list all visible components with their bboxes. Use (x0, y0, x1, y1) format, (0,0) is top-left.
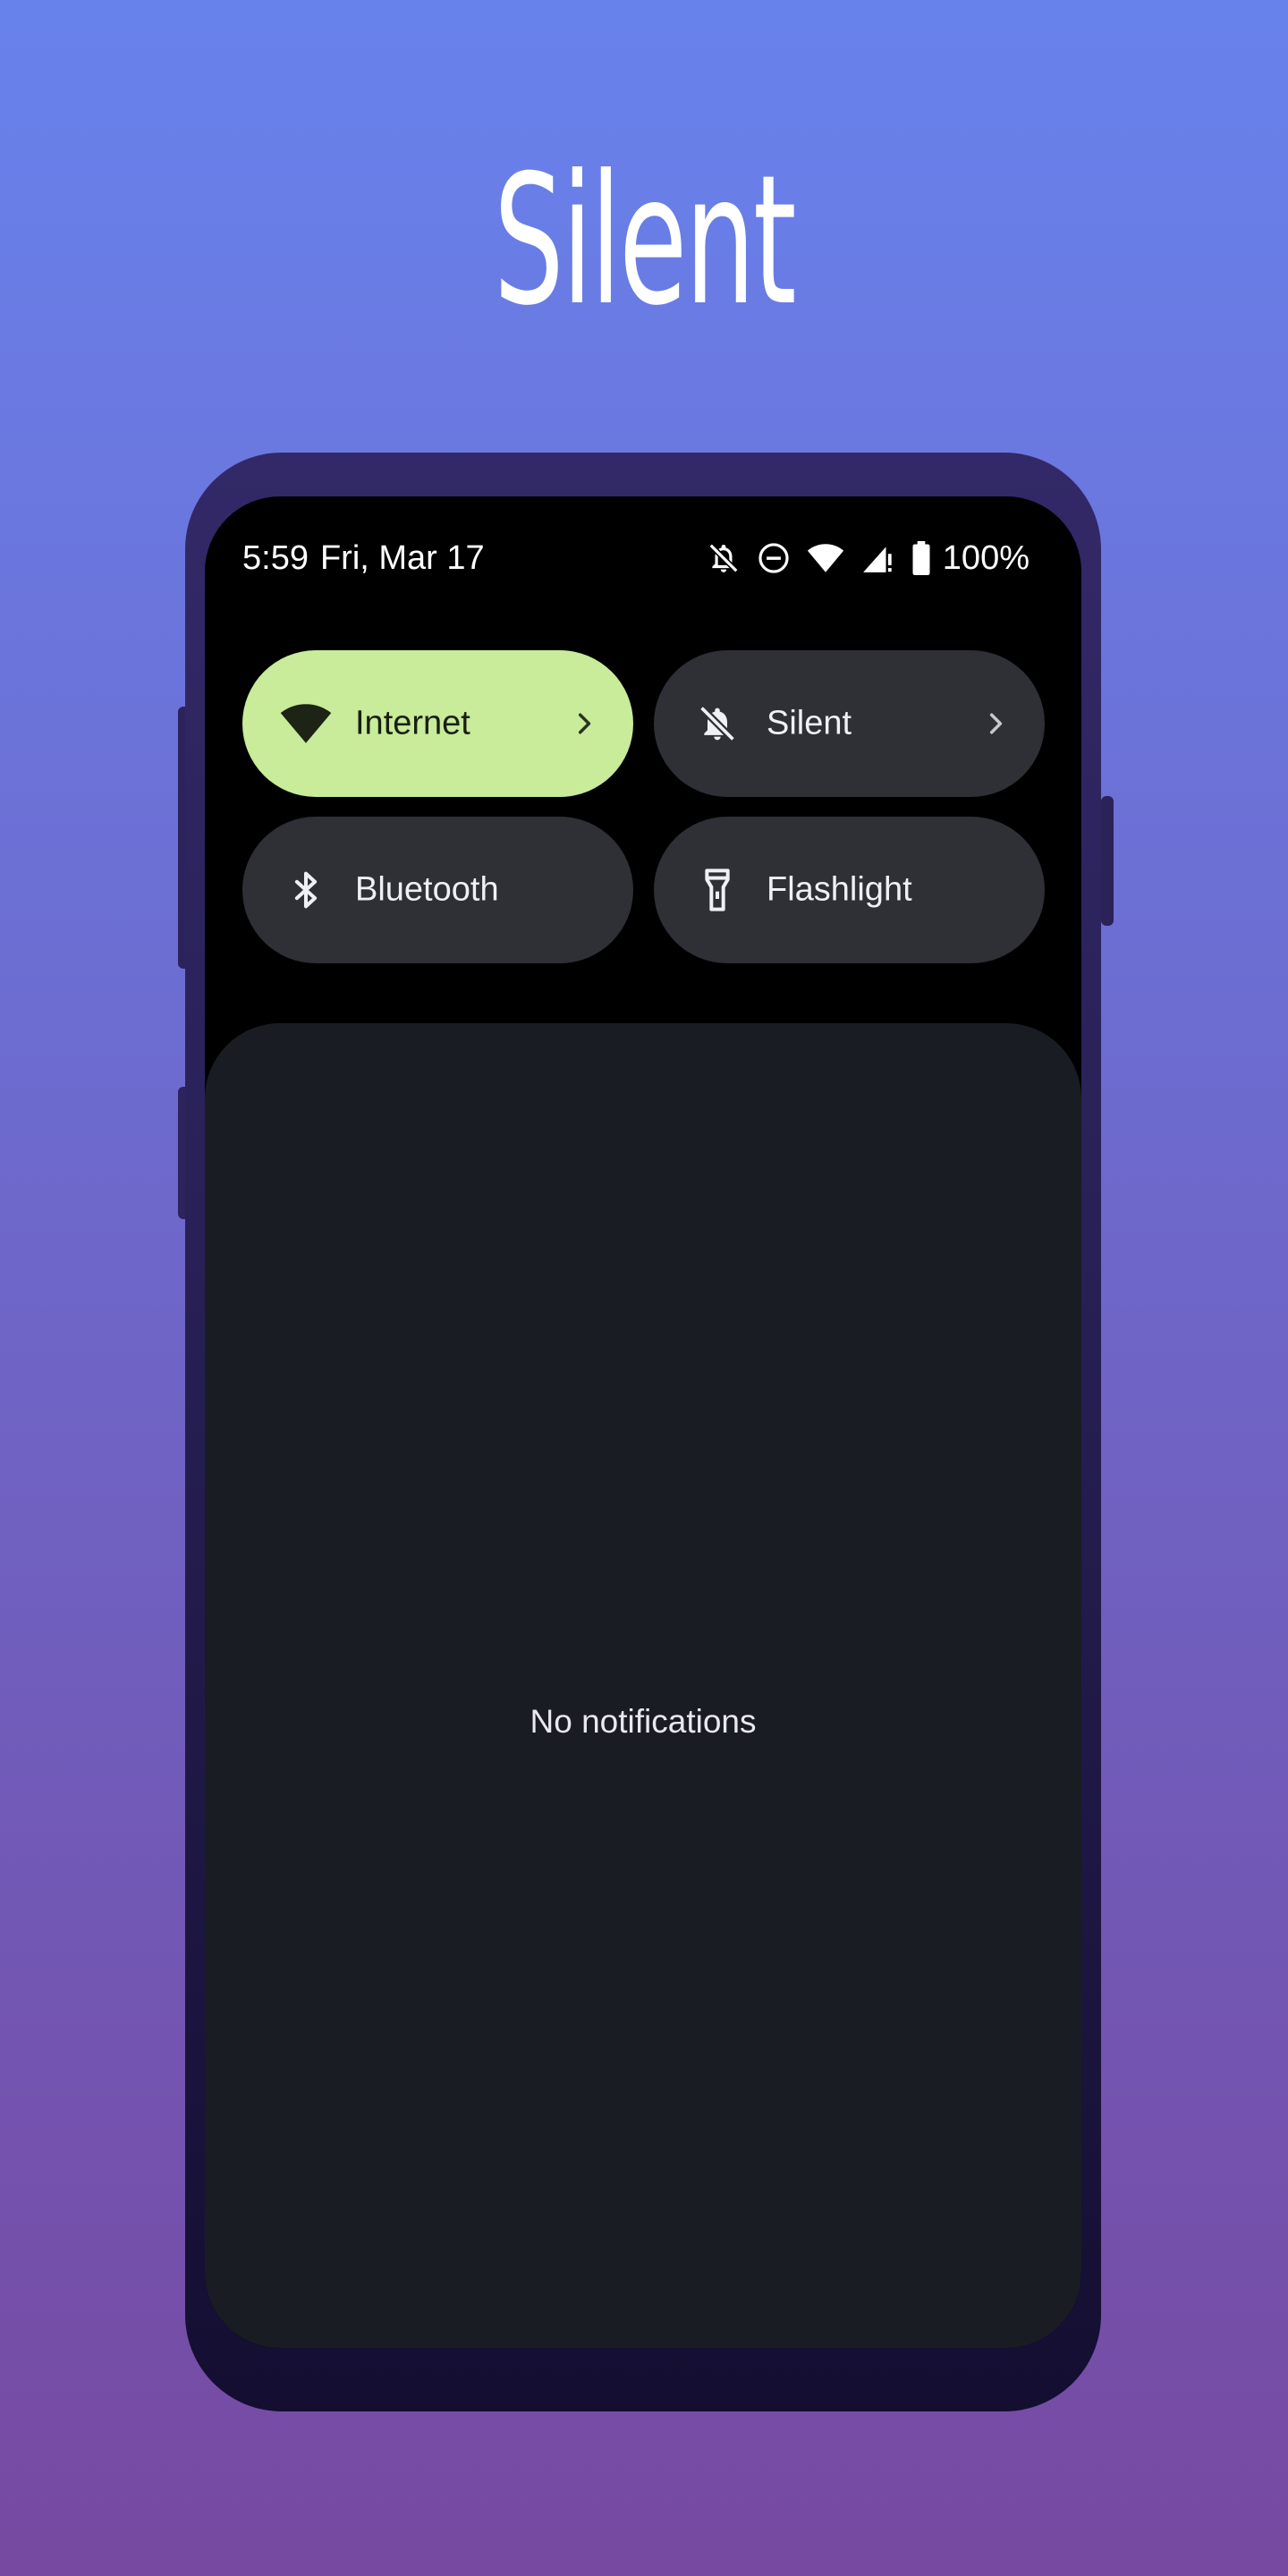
status-icons: 100% (707, 539, 1030, 578)
cell-signal-icon (860, 541, 894, 575)
phone-power-button (1101, 796, 1114, 926)
bluetooth-icon (278, 862, 334, 918)
tile-internet[interactable]: Internet (242, 650, 633, 797)
status-time: 5:59 (242, 538, 309, 577)
bell-off-icon (690, 696, 745, 751)
tile-silent-label: Silent (767, 704, 852, 742)
hero-title: Silent (493, 137, 797, 345)
tile-flashlight[interactable]: Flashlight (654, 817, 1045, 963)
tile-silent[interactable]: Silent (654, 650, 1045, 797)
wifi-icon (807, 541, 844, 575)
bell-off-icon (707, 541, 741, 575)
status-bar: 5:59 Fri, Mar 17 100% (242, 530, 1030, 586)
flashlight-icon (690, 862, 745, 918)
no-notifications-text: No notifications (530, 1703, 757, 1740)
phone-screen: 5:59 Fri, Mar 17 100% Internet Silent Bl… (205, 496, 1081, 2348)
battery-icon (911, 541, 932, 575)
notification-panel: No notifications (205, 1023, 1081, 2348)
wifi-icon (278, 696, 334, 751)
status-date: Fri, Mar 17 (319, 538, 485, 577)
status-datetime: 5:59 Fri, Mar 17 (242, 539, 485, 578)
chevron-right-icon[interactable] (980, 708, 1011, 739)
tile-bluetooth-label: Bluetooth (355, 870, 499, 909)
tile-internet-label: Internet (355, 704, 470, 742)
battery-percent: 100% (942, 538, 1030, 577)
do-not-disturb-icon (757, 541, 791, 575)
tile-bluetooth[interactable]: Bluetooth (242, 817, 633, 963)
chevron-right-icon[interactable] (569, 708, 599, 739)
tile-flashlight-label: Flashlight (767, 870, 912, 909)
